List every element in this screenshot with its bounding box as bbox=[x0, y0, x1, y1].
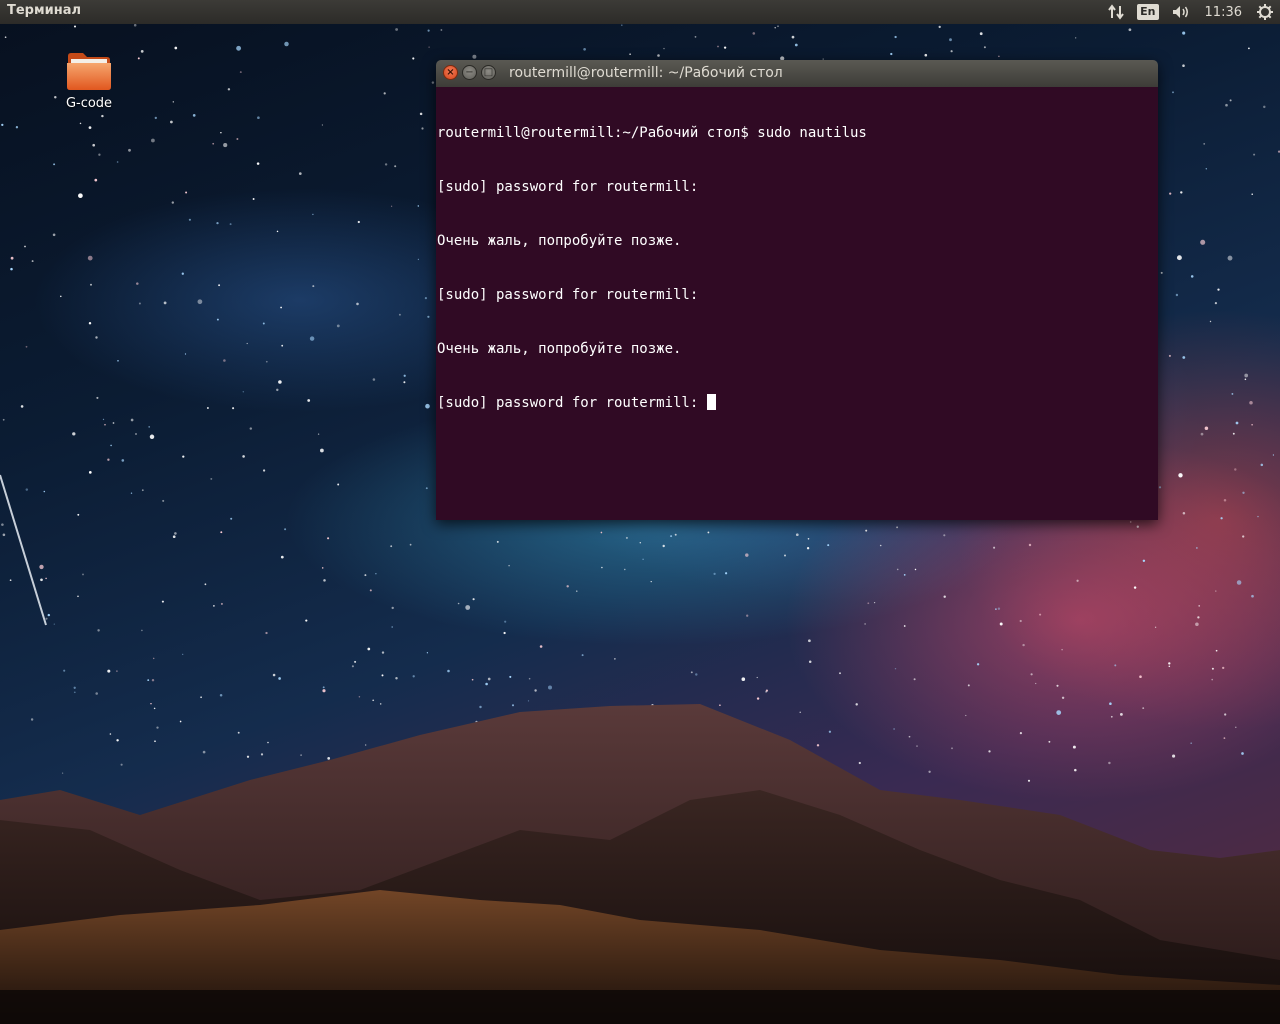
terminal-window[interactable]: × − □ routermill@routermill: ~/Рабочий с… bbox=[436, 60, 1158, 520]
terminal-prompt-text: [sudo] password for routermill: bbox=[437, 395, 707, 411]
network-arrows-icon[interactable] bbox=[1107, 0, 1125, 24]
folder-icon bbox=[67, 53, 111, 90]
desktop-icon-label: G-code bbox=[65, 96, 113, 111]
top-panel: Терминал En 11:36 bbox=[0, 0, 1280, 24]
terminal-line: [sudo] password for routermill: bbox=[437, 287, 699, 303]
power-gear-icon[interactable] bbox=[1256, 0, 1274, 24]
terminal-line: Очень жаль, попробуйте позже. bbox=[437, 341, 682, 357]
keyboard-layout-badge: En bbox=[1137, 4, 1159, 20]
terminal-output[interactable]: routermill@routermill:~/Рабочий стол$ su… bbox=[436, 87, 1158, 520]
clock[interactable]: 11:36 bbox=[1205, 5, 1242, 20]
panel-indicators: En 11:36 bbox=[1101, 0, 1280, 24]
close-button[interactable]: × bbox=[443, 65, 458, 80]
window-titlebar[interactable]: × − □ routermill@routermill: ~/Рабочий с… bbox=[436, 60, 1158, 87]
window-title: routermill@routermill: ~/Рабочий стол bbox=[509, 65, 783, 81]
maximize-button[interactable]: □ bbox=[481, 65, 496, 80]
active-app-title: Терминал bbox=[7, 3, 82, 18]
terminal-line: [sudo] password for routermill: bbox=[437, 179, 699, 195]
terminal-prompt-line[interactable]: [sudo] password for routermill: bbox=[437, 394, 1158, 412]
desktop: Терминал En 11:36 G-code × − □ routermil… bbox=[0, 0, 1280, 1024]
keyboard-layout-indicator[interactable]: En bbox=[1137, 0, 1159, 24]
volume-icon[interactable] bbox=[1171, 0, 1191, 24]
terminal-line: Очень жаль, попробуйте позже. bbox=[437, 233, 682, 249]
text-cursor bbox=[706, 394, 716, 410]
desktop-icon-gcode[interactable]: G-code bbox=[54, 50, 124, 111]
minimize-button[interactable]: − bbox=[462, 65, 477, 80]
terminal-line: routermill@routermill:~/Рабочий стол$ su… bbox=[437, 125, 867, 141]
